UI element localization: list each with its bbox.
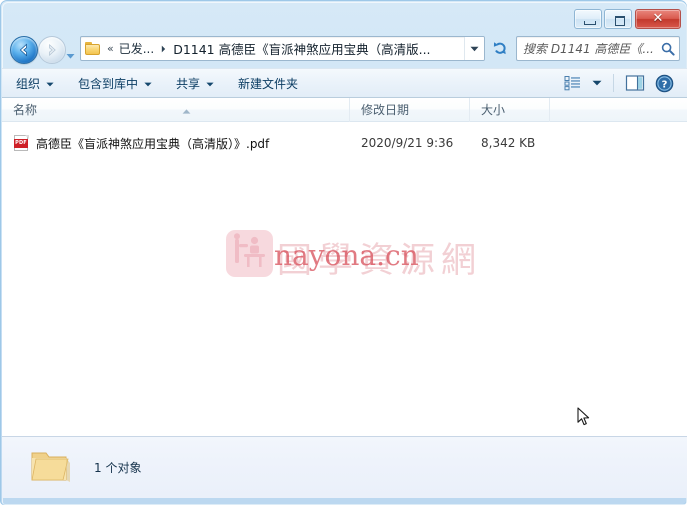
breadcrumb-overflow-icon[interactable]: « [104,42,116,55]
share-with-button[interactable]: 共享 [166,71,224,95]
recent-locations-button[interactable] [66,45,75,59]
chevron-down-icon [66,54,75,59]
close-icon: ✕ [652,10,664,26]
pdf-file-icon: PDF [14,134,29,152]
toolbar-divider [613,74,614,92]
back-arrow-icon [19,43,27,57]
help-icon: ? [655,74,674,92]
logo-figures-icon [234,233,265,267]
include-in-library-button[interactable]: 包含到库中 [68,71,162,95]
column-header-size[interactable]: 大小 [470,97,550,122]
file-size-cell: 8,342 KB [481,136,536,150]
organize-label: 组织 [16,76,41,91]
watermark-domain-text: nayona.cn [274,239,419,272]
column-header-name[interactable]: 名称 [2,97,350,122]
toolbar-right-group: ? [559,70,687,96]
site-watermark: 國學資源網 nayona.cn [2,122,687,436]
new-folder-button[interactable]: 新建文件夹 [228,71,308,95]
chevron-down-icon [206,76,214,90]
refresh-button[interactable] [489,37,511,59]
folder-icon [85,41,101,56]
command-toolbar: 组织 包含到库中 共享 新建文件夹 ? [2,68,687,98]
forward-arrow-icon [49,44,56,56]
back-button[interactable] [10,36,38,64]
forward-button[interactable] [38,36,66,64]
sort-ascending-icon [182,99,191,114]
maximize-icon [615,15,625,26]
show-preview-pane-button[interactable] [620,70,650,96]
watermark-logo-group [226,230,273,277]
close-button[interactable]: ✕ [635,8,681,29]
search-input[interactable]: 搜索 D1141 高德臣《... [517,40,657,57]
chevron-down-icon [470,46,479,51]
file-name-cell[interactable]: PDF 高德臣《盲派神煞应用宝典（高清版）》.pdf [2,134,350,152]
explorer-window: ✕ « 已发... D1141 高德臣《盲派神煞应用宝典（高清版... 搜索 D… [0,0,687,505]
svg-text:?: ? [662,79,668,90]
maximize-button[interactable] [604,8,632,29]
folder-glyph-icon [31,452,70,482]
title-bar: ✕ [1,1,687,31]
chevron-right-icon [161,45,166,52]
breadcrumb-current-path[interactable]: D1141 高德臣《盲派神煞应用宝典（高清版... [171,39,484,58]
refresh-icon [493,42,506,55]
breadcrumb-separator-icon[interactable] [157,45,171,53]
watermark-background-text: 國學資源網 [277,241,483,281]
chevron-down-icon [46,76,54,90]
include-in-library-label: 包含到库中 [78,76,139,91]
address-breadcrumb-bar[interactable]: « 已发... D1141 高德臣《盲派神煞应用宝典（高清版... [80,36,485,61]
view-list-icon [564,76,580,91]
table-row[interactable]: PDF 高德臣《盲派神煞应用宝典（高清版）》.pdf 2020/9/21 9:3… [2,132,687,154]
organize-button[interactable]: 组织 [6,71,64,95]
status-item-count: 1 个对象 [94,461,142,475]
chevron-down-icon [144,76,152,90]
share-with-label: 共享 [176,76,201,91]
chevron-down-icon [592,80,602,86]
column-header-filler [550,98,687,122]
breadcrumb-segment-parent[interactable]: 已发... [116,39,157,58]
magnifier-icon [661,42,675,56]
minimize-icon [584,20,596,25]
help-button[interactable]: ? [650,70,679,96]
nayona-logo-icon [226,230,273,277]
pdf-badge-label: PDF [14,138,28,148]
new-folder-label: 新建文件夹 [238,76,299,91]
column-header-row: 名称 修改日期 大小 [2,97,687,122]
change-view-button[interactable] [559,70,587,96]
file-name-label: 高德臣《盲派神煞应用宝典（高清版）》.pdf [36,136,270,151]
status-bar: 1 个对象 [2,436,687,498]
minimize-button[interactable] [574,8,602,29]
change-view-dropdown[interactable] [587,70,607,96]
file-list-pane[interactable]: 國學資源網 nayona.cn PDF 高德臣《盲派神煞应用宝典（高清版）》.p… [2,122,687,436]
file-date-cell: 2020/9/21 9:36 [361,136,454,150]
window-controls: ✕ [572,8,681,29]
address-bar-row: « 已发... D1141 高德臣《盲派神煞应用宝典（高清版... 搜索 D11… [2,31,687,68]
address-dropdown-button[interactable] [464,37,484,60]
folder-icon [28,449,72,487]
search-box[interactable]: 搜索 D1141 高德臣《... [516,36,680,61]
search-icon [657,38,679,60]
column-header-date-modified[interactable]: 修改日期 [350,97,470,122]
preview-pane-icon [625,75,645,91]
